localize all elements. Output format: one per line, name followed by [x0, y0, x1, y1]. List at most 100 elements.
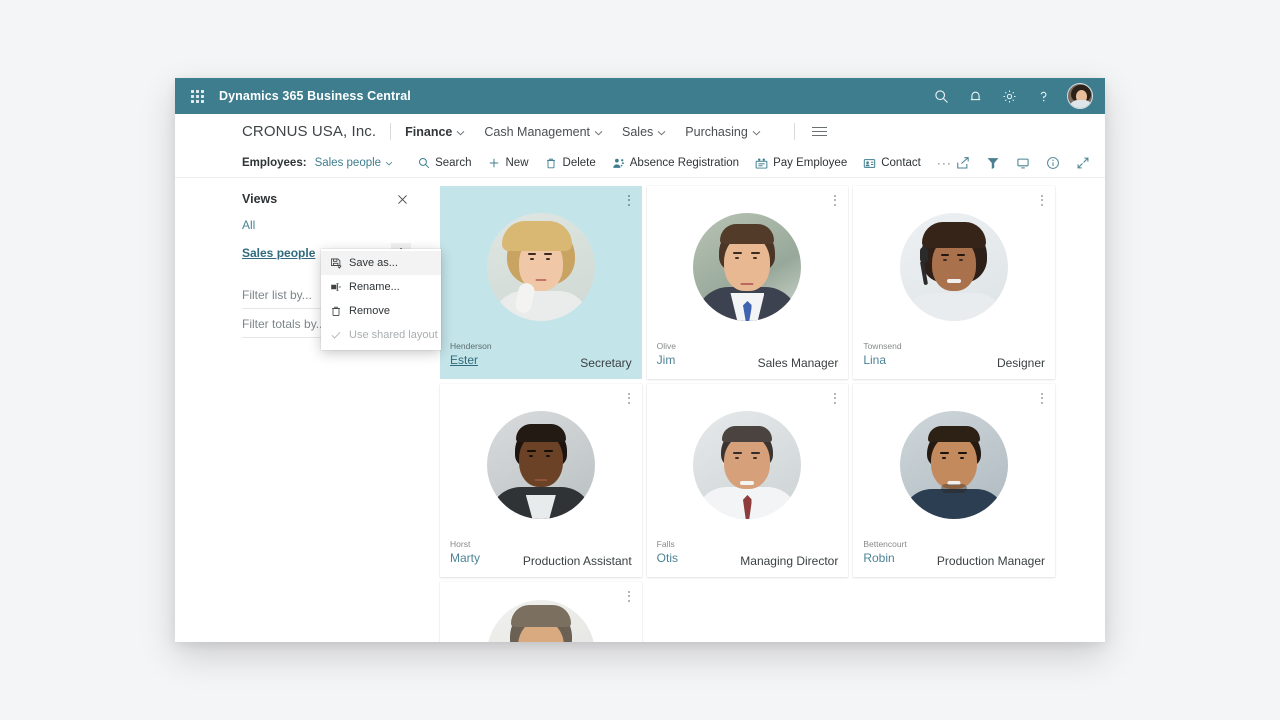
hamburger-menu-icon[interactable] [811, 126, 827, 137]
entity-label: Employees: [242, 157, 307, 169]
button-label: Delete [562, 157, 596, 169]
card-options-kebab-icon[interactable] [828, 192, 842, 208]
employee-job-title: Managing Director [740, 554, 839, 568]
employee-job-title: Production Manager [936, 554, 1045, 568]
card-options-kebab-icon[interactable] [1035, 192, 1049, 208]
employee-photo [647, 186, 849, 340]
context-menu-item-save-as[interactable]: Save as... [321, 251, 441, 275]
notification-bell-icon[interactable] [965, 86, 985, 106]
button-label: Search [435, 157, 472, 169]
plus-icon [488, 157, 501, 170]
employee-card[interactable]: Horst Marty Production Assistant [440, 384, 642, 577]
employee-photo [853, 186, 1055, 340]
employee-firstname[interactable]: Marty [450, 551, 480, 566]
new-button[interactable]: New [488, 157, 529, 170]
employee-card[interactable]: Falls Otis Managing Director [646, 384, 849, 577]
employee-firstname[interactable]: Lina [863, 353, 901, 368]
employee-card-footer: Falls Otis Managing Director [647, 538, 849, 577]
context-menu-item-label: Rename... [349, 281, 400, 293]
help-question-icon[interactable] [1033, 86, 1053, 106]
close-icon[interactable] [393, 190, 411, 208]
employee-photo [440, 582, 642, 642]
gear-icon[interactable] [999, 86, 1019, 106]
context-menu-item-rename[interactable]: Rename... [321, 275, 441, 299]
employee-surname: Bettencourt [863, 539, 907, 549]
views-title: Views [242, 192, 278, 206]
info-icon[interactable] [1046, 156, 1061, 171]
employee-card[interactable]: Bettencourt Robin Production Manager [853, 384, 1055, 577]
button-label: Pay Employee [773, 157, 848, 169]
view-item-label: All [242, 218, 256, 232]
context-menu-item-label: Remove [349, 305, 390, 317]
company-nav-row: CRONUS USA, Inc. Finance Cash Management… [175, 114, 1105, 149]
nav-item-label: Purchasing [685, 124, 748, 139]
delete-button[interactable]: Delete [545, 157, 596, 170]
employee-job-title: Production Assistant [522, 554, 632, 568]
nav-item-finance[interactable]: Finance [405, 125, 465, 139]
application-window: Dynamics 365 Business Central CRONUS USA… [175, 78, 1105, 642]
employee-cards-partial-row [440, 582, 1055, 642]
employee-card-placeholder [647, 582, 849, 642]
views-header: Views [242, 190, 411, 208]
employee-card-footer: Bettencourt Robin Production Manager [853, 538, 1055, 577]
employee-photo [853, 384, 1055, 538]
employee-firstname[interactable]: Robin [863, 551, 906, 566]
employee-firstname[interactable]: Otis [657, 551, 678, 566]
nav-divider [390, 123, 392, 140]
nav-item-label: Sales [622, 124, 654, 139]
card-options-kebab-icon[interactable] [622, 192, 636, 208]
nav-item-sales[interactable]: Sales [622, 125, 666, 139]
nav-item-purchasing[interactable]: Purchasing [685, 125, 761, 139]
app-title: Dynamics 365 Business Central [219, 89, 411, 103]
search-button[interactable]: Search [417, 157, 472, 170]
employee-card[interactable]: Olive Jim Sales Manager [646, 186, 849, 379]
view-item-label: Sales people [242, 246, 316, 260]
view-context-menu: Save as... Rename... Remove Use shared l… [321, 249, 441, 350]
card-options-kebab-icon[interactable] [622, 390, 636, 406]
trash-icon [330, 305, 342, 317]
employee-photo [440, 186, 642, 340]
toolbar-overflow-button[interactable]: ··· [937, 156, 952, 170]
employee-card[interactable]: Townsend Lina Designer [853, 186, 1055, 379]
absence-registration-button[interactable]: Absence Registration [612, 157, 739, 170]
card-options-kebab-icon[interactable] [622, 588, 636, 604]
rename-icon [330, 281, 342, 293]
search-icon[interactable] [931, 86, 951, 106]
avatar[interactable] [1067, 83, 1093, 109]
card-options-kebab-icon[interactable] [1035, 390, 1049, 406]
employee-job-title: Designer [996, 356, 1045, 370]
chevron-down-icon [456, 125, 465, 139]
employee-card-placeholder [853, 582, 1055, 642]
employee-firstname[interactable]: Ester [450, 353, 492, 368]
share-icon[interactable] [956, 156, 971, 171]
waffle-grid-icon[interactable] [183, 82, 211, 110]
contact-button[interactable]: Contact [863, 157, 921, 170]
nav-item-cash-management[interactable]: Cash Management [484, 125, 603, 139]
employee-surname: Townsend [863, 341, 902, 351]
context-menu-item-remove[interactable]: Remove [321, 299, 441, 323]
context-menu-item-use-shared-layout: Use shared layout [321, 323, 441, 347]
employee-firstname[interactable]: Jim [657, 353, 676, 368]
context-menu-item-label: Save as... [349, 257, 398, 269]
employee-surname: Olive [656, 341, 677, 351]
contact-card-icon [863, 157, 876, 170]
view-selector[interactable]: Sales people [315, 157, 394, 169]
expand-icon[interactable] [1076, 156, 1091, 171]
card-options-kebab-icon[interactable] [828, 390, 842, 406]
employee-photo [440, 384, 642, 538]
chevron-down-icon [752, 125, 761, 139]
button-label: New [505, 157, 529, 169]
filter-icon[interactable] [986, 156, 1001, 171]
nav-item-label: Cash Management [484, 124, 590, 139]
search-icon [417, 157, 430, 170]
employee-card[interactable]: Henderson Ester Secretary [440, 186, 642, 379]
chevron-down-icon [385, 157, 393, 169]
view-item-all[interactable]: All [242, 214, 411, 236]
company-name[interactable]: CRONUS USA, Inc. [242, 123, 376, 140]
employee-card[interactable] [440, 582, 642, 642]
employee-photo [647, 384, 849, 538]
focus-mode-icon[interactable] [1016, 156, 1031, 171]
pay-employee-button[interactable]: Pay Employee [755, 157, 847, 170]
top-navigation-bar: Dynamics 365 Business Central [175, 78, 1105, 114]
page-body: Views All Sales people Filter list by... [175, 178, 1105, 642]
